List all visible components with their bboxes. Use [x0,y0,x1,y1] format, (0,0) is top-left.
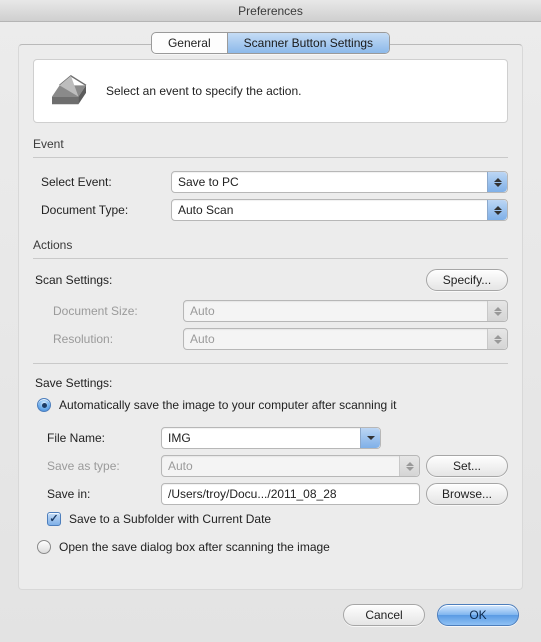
dropdown-arrows-icon [487,172,507,192]
subfolder-checkbox[interactable] [47,512,61,526]
save-as-type-label: Save as type: [47,459,155,473]
select-event-dropdown[interactable]: Save to PC [171,171,508,193]
event-group-label: Event [33,137,508,151]
tab-bar: General Scanner Button Settings [0,32,541,54]
dropdown-arrows-icon [399,456,419,476]
divider [33,363,508,364]
auto-save-radio-row[interactable]: Automatically save the image to your com… [33,394,508,416]
tab-segmented-control: General Scanner Button Settings [151,32,390,54]
document-type-label: Document Type: [41,203,171,217]
event-group: Event Select Event: Save to PC Document … [33,137,508,224]
save-in-label: Save in: [47,487,155,501]
file-name-label: File Name: [47,431,155,445]
open-dialog-radio-row[interactable]: Open the save dialog box after scanning … [33,536,508,558]
document-type-value: Auto Scan [178,203,233,217]
scan-settings-label: Scan Settings: [35,273,112,287]
dropdown-arrows-icon [487,200,507,220]
document-size-value: Auto [190,304,215,318]
dropdown-arrows-icon [487,329,507,349]
ok-button[interactable]: OK [437,604,519,626]
select-event-label: Select Event: [41,175,171,189]
hero-text: Select an event to specify the action. [106,84,301,98]
document-size-dropdown: Auto [183,300,508,322]
document-size-label: Document Size: [53,304,183,318]
auto-save-settings: File Name: IMG Save as type: Auto Set... [33,424,508,530]
dropdown-arrow-icon [360,428,380,448]
open-dialog-radio-label: Open the save dialog box after scanning … [59,540,330,554]
set-button[interactable]: Set... [426,455,508,477]
tab-scanner-button-settings[interactable]: Scanner Button Settings [227,33,389,53]
save-as-type-value: Auto [168,459,193,473]
auto-save-radio[interactable] [37,398,51,412]
window-titlebar: Preferences [0,0,541,22]
resolution-label: Resolution: [53,332,183,346]
save-in-value: /Users/troy/Docu.../2011_08_28 [168,487,337,501]
cancel-button[interactable]: Cancel [343,604,425,626]
footer-buttons: Cancel OK [343,604,519,626]
select-event-value: Save to PC [178,175,239,189]
browse-button[interactable]: Browse... [426,483,508,505]
document-type-dropdown[interactable]: Auto Scan [171,199,508,221]
tab-general[interactable]: General [152,33,227,53]
window-title: Preferences [238,4,303,18]
scanner-icon [50,74,88,108]
divider [33,157,508,158]
content-pane: Select an event to specify the action. E… [18,44,523,590]
save-as-type-dropdown: Auto [161,455,420,477]
subfolder-check-label: Save to a Subfolder with Current Date [69,512,271,526]
auto-save-radio-label: Automatically save the image to your com… [59,398,397,412]
file-name-value: IMG [168,431,191,445]
save-settings-label: Save Settings: [33,374,508,394]
specify-button[interactable]: Specify... [426,269,508,291]
resolution-value: Auto [190,332,215,346]
resolution-dropdown: Auto [183,328,508,350]
open-dialog-radio[interactable] [37,540,51,554]
file-name-combo[interactable]: IMG [161,427,381,449]
save-in-field[interactable]: /Users/troy/Docu.../2011_08_28 [161,483,420,505]
divider [33,258,508,259]
hero-banner: Select an event to specify the action. [33,59,508,123]
actions-group: Actions Scan Settings: Specify... Docume… [33,238,508,558]
dropdown-arrows-icon [487,301,507,321]
actions-group-label: Actions [33,238,508,252]
subfolder-check-row[interactable]: Save to a Subfolder with Current Date [47,508,508,530]
